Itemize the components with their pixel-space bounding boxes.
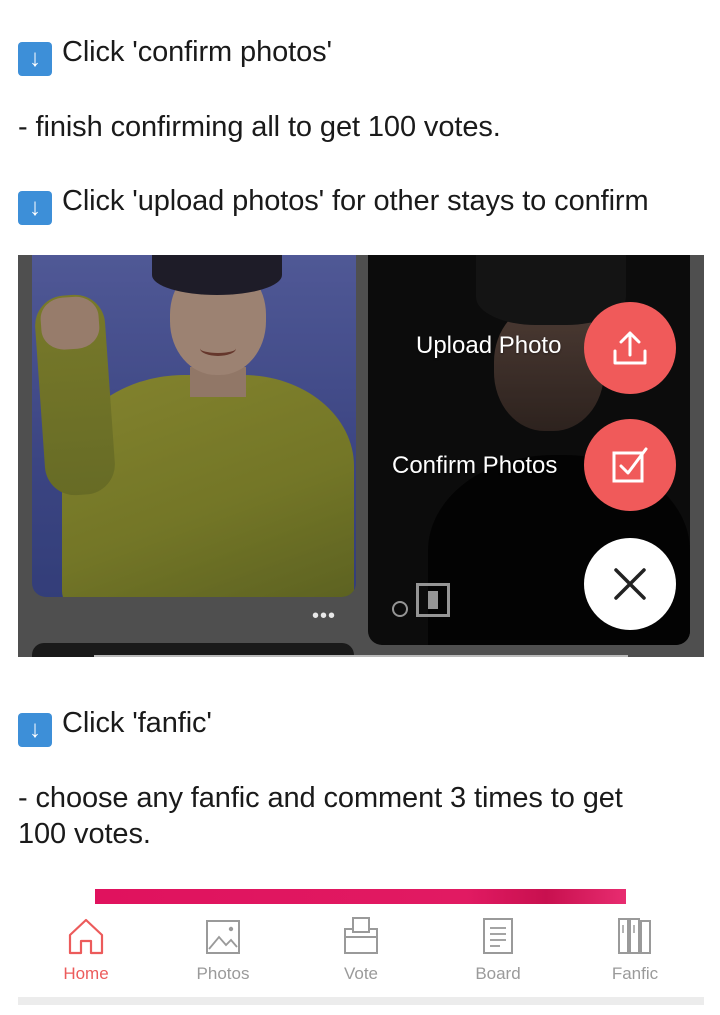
ballot-box-icon [344,917,378,954]
nav-photos[interactable]: Photos [163,905,283,997]
nav-label: Photos [196,964,250,983]
instruction-detail: - finish confirming all to get 100 votes… [18,111,501,143]
image-icon [206,920,240,954]
nav-label: Fanfic [611,964,659,983]
upload-icon [613,331,647,365]
nav-board[interactable]: Board [438,905,558,997]
instruction-text: Click 'upload photos' for other stays to… [62,185,649,217]
home-icon [68,918,104,955]
nav-label: Vote [343,964,379,983]
down-arrow-icon: ↓ [18,191,52,225]
instruction-text: Click 'confirm photos' [62,36,332,68]
instruction-fanfic: ↓ Click 'fanfic' [18,705,708,747]
bottom-navigation: Home Photos Vote Board Fanfic [18,905,704,997]
nav-vote[interactable]: Vote [301,905,421,997]
upload-photo-button[interactable] [584,302,676,394]
instruction-text: Click 'fanfic' [62,707,212,739]
document-icon [483,918,513,954]
nav-label: Board [475,964,521,983]
divider [18,997,704,1005]
checkbox-icon [612,447,648,483]
confirm-photos-button[interactable] [584,419,676,511]
upload-photo-label[interactable]: Upload Photo [416,332,561,360]
instruction-detail: - choose any fanfic and comment 3 times … [18,782,623,850]
nav-home[interactable]: Home [26,905,146,997]
down-arrow-icon: ↓ [18,42,52,76]
down-arrow-icon: ↓ [18,713,52,747]
more-options-icon[interactable]: ••• [312,605,336,628]
close-icon [614,568,646,600]
books-icon [618,918,651,954]
instruction-upload-photos: ↓ Click 'upload photos' for other stays t… [18,183,708,225]
confirm-photos-label[interactable]: Confirm Photos [392,452,557,480]
nav-label: Home [63,964,109,983]
instruction-confirm-photos: ↓ Click 'confirm photos' [18,34,708,76]
app-screenshot: ••• Upload Photo Confirm Photos [18,255,704,657]
nav-fanfic[interactable]: Fanfic [575,905,695,997]
banner-strip [95,889,626,904]
close-menu-button[interactable] [584,538,676,630]
divider [94,655,628,657]
